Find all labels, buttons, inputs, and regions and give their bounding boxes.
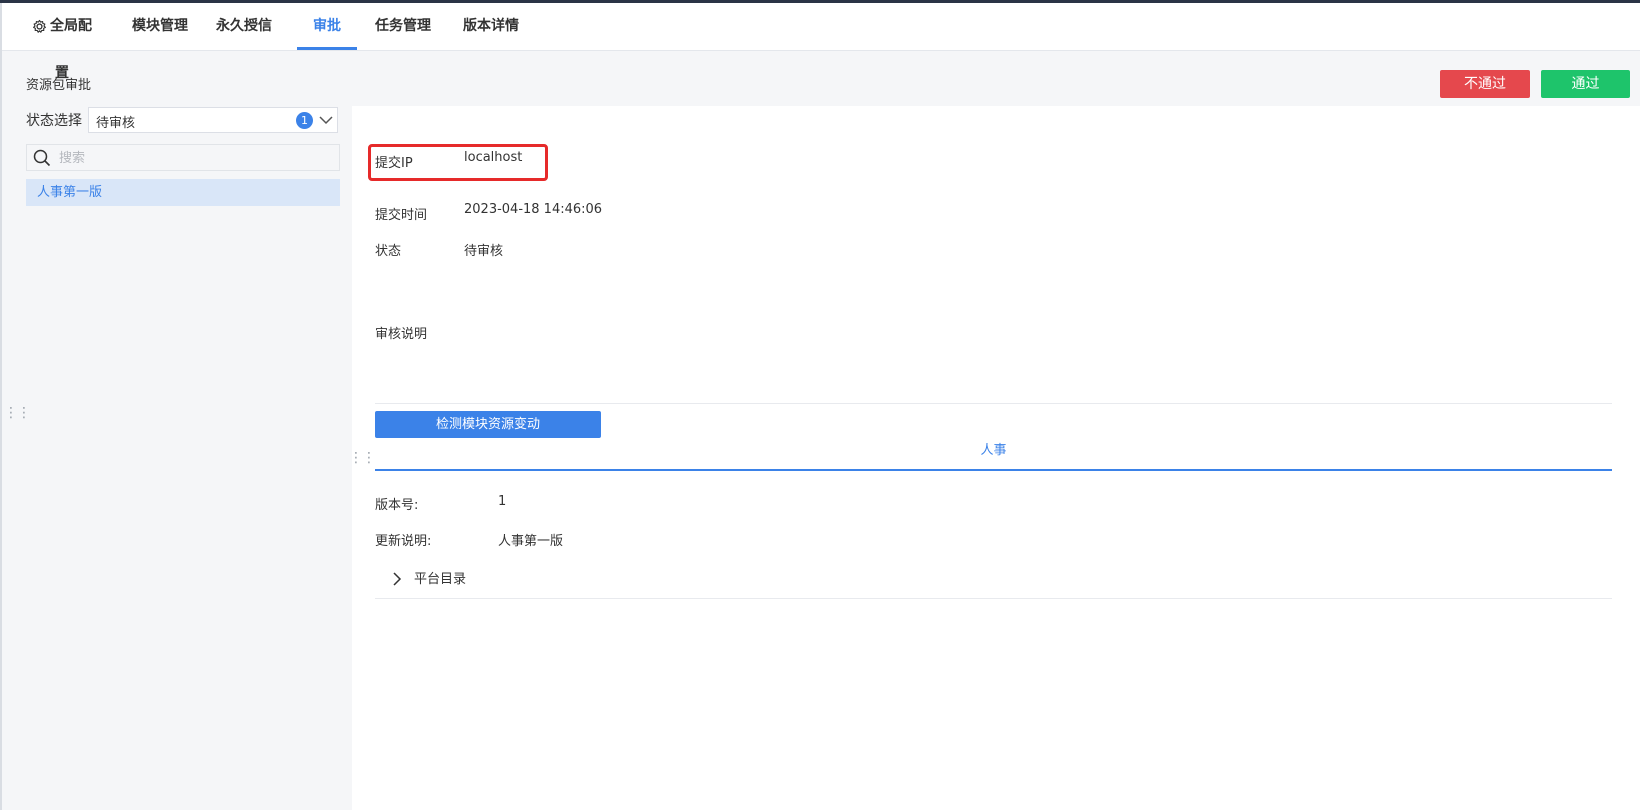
divider (375, 403, 1612, 404)
divider (375, 598, 1612, 599)
submit-ip-label: 提交IP (375, 156, 413, 171)
drag-handle-icon[interactable]: ⋮⋮ (349, 451, 376, 465)
nav-item-version-details[interactable]: 版本详情 (463, 3, 519, 50)
left-border (0, 3, 2, 810)
list-item[interactable]: 人事第一版 (26, 179, 340, 206)
chevron-right-icon (393, 572, 402, 586)
detail-panel: 提交IP localhost 提交时间 2023-04-18 14:46:06 … (349, 106, 1640, 810)
update-note-value: 人事第一版 (498, 534, 564, 549)
search-icon (33, 149, 51, 167)
version-label: 版本号: (375, 498, 419, 513)
submit-ip-value: localhost (464, 150, 523, 165)
version-value: 1 (498, 494, 507, 509)
panel-title: 资源包审批 (26, 78, 92, 93)
gear-icon (33, 19, 46, 33)
nav-item-global-config[interactable]: 全局配置 (26, 3, 98, 81)
status-select-value: 待审核 (96, 116, 136, 131)
tree-item-label: 平台目录 (414, 572, 467, 587)
nav-item-permanent-credit[interactable]: 永久授信 (216, 3, 272, 50)
nav-item-module-management[interactable]: 模块管理 (132, 3, 188, 50)
submit-time-label: 提交时间 (375, 208, 428, 223)
status-filter-label: 状态选择 (26, 113, 82, 129)
status-value: 待审核 (464, 244, 504, 259)
submit-time-value: 2023-04-18 14:46:06 (464, 202, 603, 217)
nav-label: 全局配置 (50, 18, 92, 81)
reject-button[interactable]: 不通过 (1440, 70, 1530, 98)
detect-changes-button[interactable]: 检测模块资源变动 (375, 411, 601, 438)
top-nav: 全局配置 模块管理 永久授信 审批 任务管理 版本详情 (2, 3, 1640, 81)
count-badge: 1 (296, 112, 313, 129)
status-label: 状态 (375, 244, 402, 259)
approve-button[interactable]: 通过 (1541, 70, 1630, 98)
tab-renshi[interactable]: 人事 (375, 441, 1612, 471)
nav-item-task-management[interactable]: 任务管理 (375, 3, 431, 50)
search-input[interactable] (57, 147, 331, 169)
drag-handle-icon[interactable]: ⋮⋮ (4, 406, 31, 420)
update-note-label: 更新说明: (375, 534, 432, 549)
review-note-label: 审核说明 (375, 327, 428, 342)
search-box (26, 144, 340, 171)
status-select[interactable]: 待审核 1 (88, 107, 338, 133)
nav-item-approval[interactable]: 审批 (297, 3, 357, 50)
chevron-down-icon (319, 116, 333, 125)
